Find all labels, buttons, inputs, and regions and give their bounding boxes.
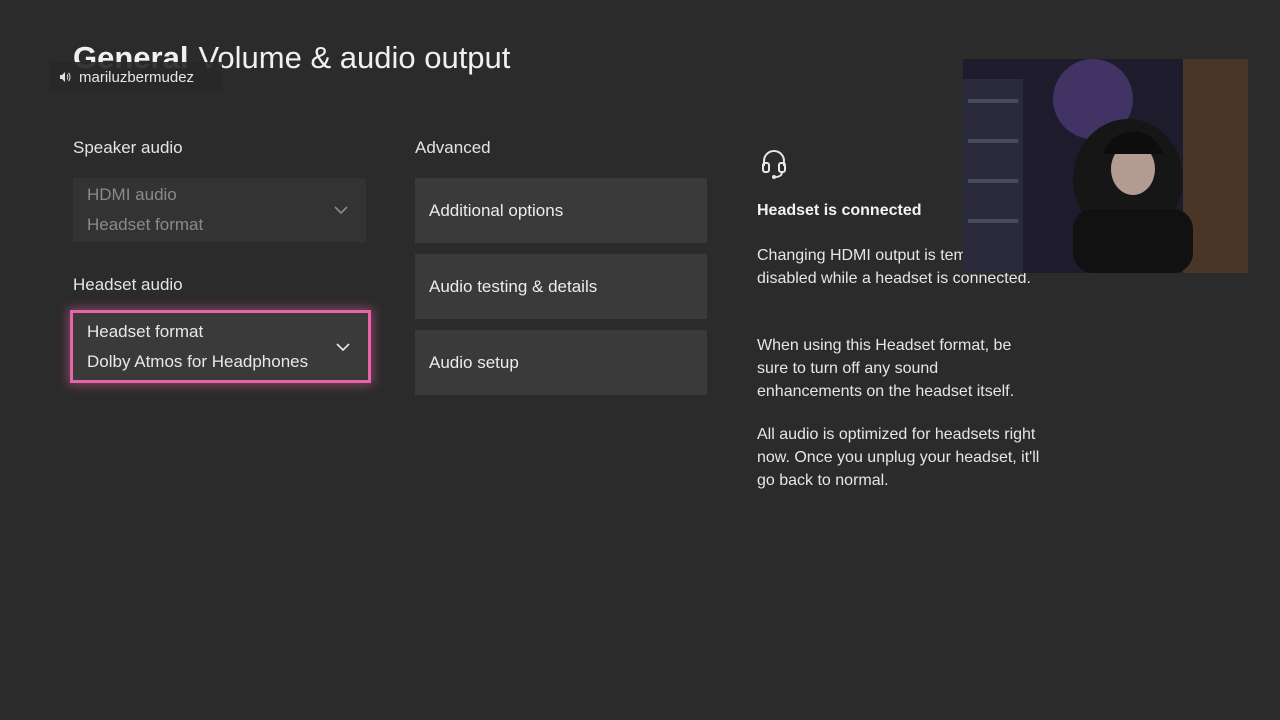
page-heading: Volume & audio output xyxy=(198,40,511,75)
streamer-name: mariluzbermudez xyxy=(79,68,195,86)
headset-icon xyxy=(762,150,786,179)
speaker-audio-value: HDMI audio xyxy=(87,185,177,204)
speaker-audio-format: Headset format xyxy=(87,215,204,234)
streamer-overlay: mariluzbermudez xyxy=(50,62,222,92)
speaker-audio-label: Speaker audio xyxy=(73,138,183,157)
advanced-label: Advanced xyxy=(415,138,491,157)
speaker-audio-dropdown[interactable]: HDMI audio Headset format xyxy=(73,178,366,242)
headset-audio-value: Headset format xyxy=(87,322,204,341)
chevron-down-icon xyxy=(334,206,348,215)
webcam-overlay xyxy=(963,59,1248,273)
chevron-down-icon xyxy=(336,342,350,351)
audio-testing-button[interactable]: Audio testing & details xyxy=(415,254,707,319)
headset-audio-label: Headset audio xyxy=(73,275,183,294)
audio-setup-button[interactable]: Audio setup xyxy=(415,330,707,395)
info-paragraph-2: When using this Headset format, be sure … xyxy=(757,337,1015,400)
additional-options-button[interactable]: Additional options xyxy=(415,178,707,243)
info-paragraph-3: All audio is optimized for headsets righ… xyxy=(757,426,1040,489)
headset-audio-format: Dolby Atmos for Headphones xyxy=(87,352,309,371)
headset-audio-dropdown[interactable]: Headset format Dolby Atmos for Headphone… xyxy=(70,310,371,383)
speaker-icon xyxy=(60,72,71,82)
webcam-feed xyxy=(963,59,1248,273)
info-title: Headset is connected xyxy=(757,202,922,219)
